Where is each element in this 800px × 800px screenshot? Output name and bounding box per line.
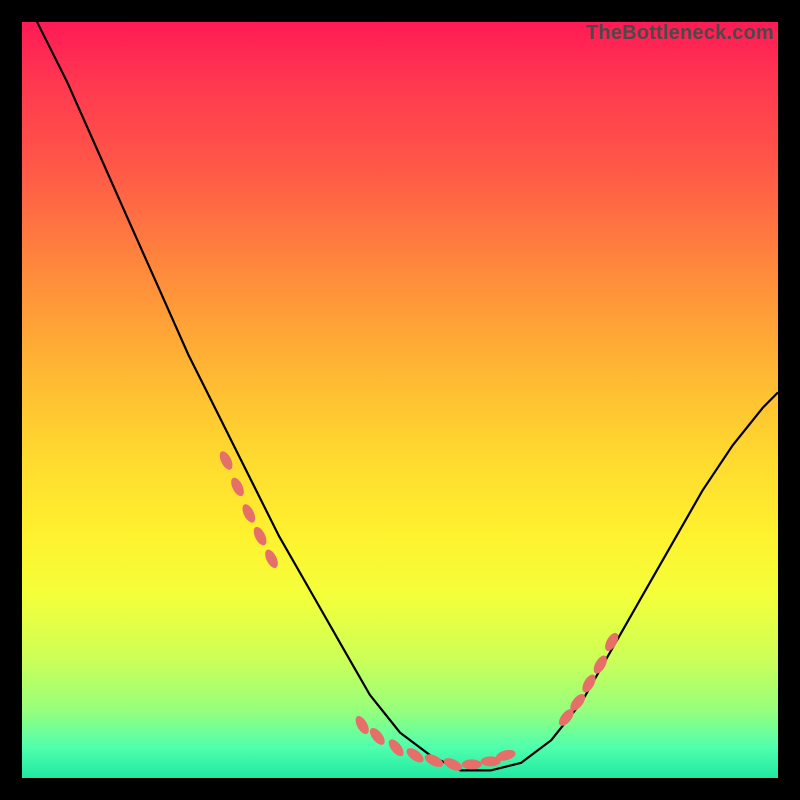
curve-marker [263,548,281,570]
marker-group [217,449,621,773]
curve-marker [404,745,426,765]
curve-marker [367,725,387,747]
curve-marker [462,759,482,769]
bottleneck-curve [37,22,778,770]
curve-marker [240,502,258,524]
curve-marker [217,449,235,471]
curve-marker [251,525,269,547]
curve-marker [423,752,445,770]
curve-marker [386,737,406,759]
chart-svg [22,22,778,778]
curve-marker [229,476,247,498]
curve-marker [353,714,372,736]
chart-frame: TheBottleneck.com [22,22,778,778]
